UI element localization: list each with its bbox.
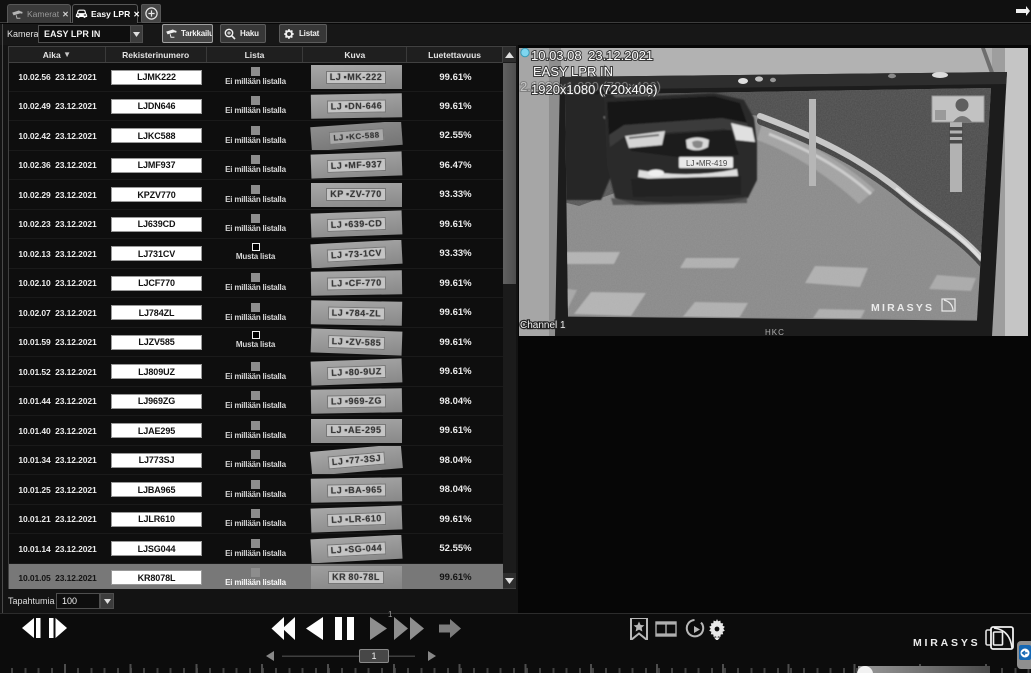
svg-text:HKC: HKC: [765, 328, 785, 336]
svg-text:Channel 1: Channel 1: [520, 320, 566, 331]
svg-text:LJ ▪MR-419: LJ ▪MR-419: [686, 159, 728, 168]
svg-text:MIRASYS: MIRASYS: [871, 302, 934, 314]
svg-text:1920x1080 (720x406): 1920x1080 (720x406): [531, 82, 658, 97]
svg-text:EASY LPR IN: EASY LPR IN: [533, 64, 613, 79]
svg-text:10.03.08 23.12.2021: 10.03.08 23.12.2021: [531, 48, 653, 63]
